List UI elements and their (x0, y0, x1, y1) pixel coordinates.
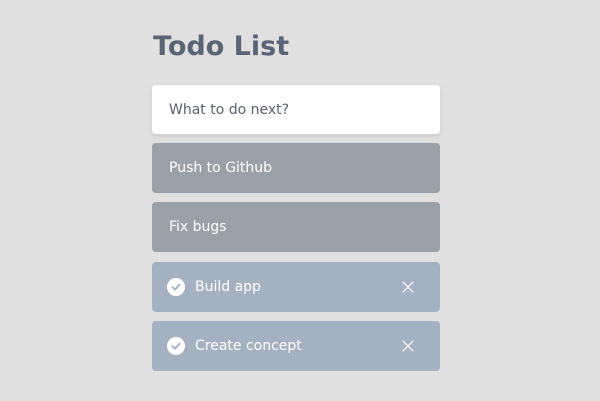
todo-label: Create concept (195, 338, 302, 354)
check-circle-icon[interactable] (167, 278, 185, 296)
todo-label: Build app (195, 279, 261, 295)
todo-item-fix-bugs[interactable]: Fix bugs (152, 202, 440, 252)
page-title: Todo List (153, 31, 290, 62)
close-icon[interactable] (401, 339, 415, 353)
todo-item-build-app[interactable]: Build app (152, 262, 440, 312)
todo-label: Fix bugs (169, 219, 227, 235)
todo-item-push-to-github[interactable]: Push to Github (152, 143, 440, 193)
check-circle-icon[interactable] (167, 337, 185, 355)
todo-item-create-concept[interactable]: Create concept (152, 321, 440, 371)
new-todo-input[interactable] (152, 85, 440, 134)
todo-label: Push to Github (169, 160, 273, 176)
close-icon[interactable] (401, 280, 415, 294)
